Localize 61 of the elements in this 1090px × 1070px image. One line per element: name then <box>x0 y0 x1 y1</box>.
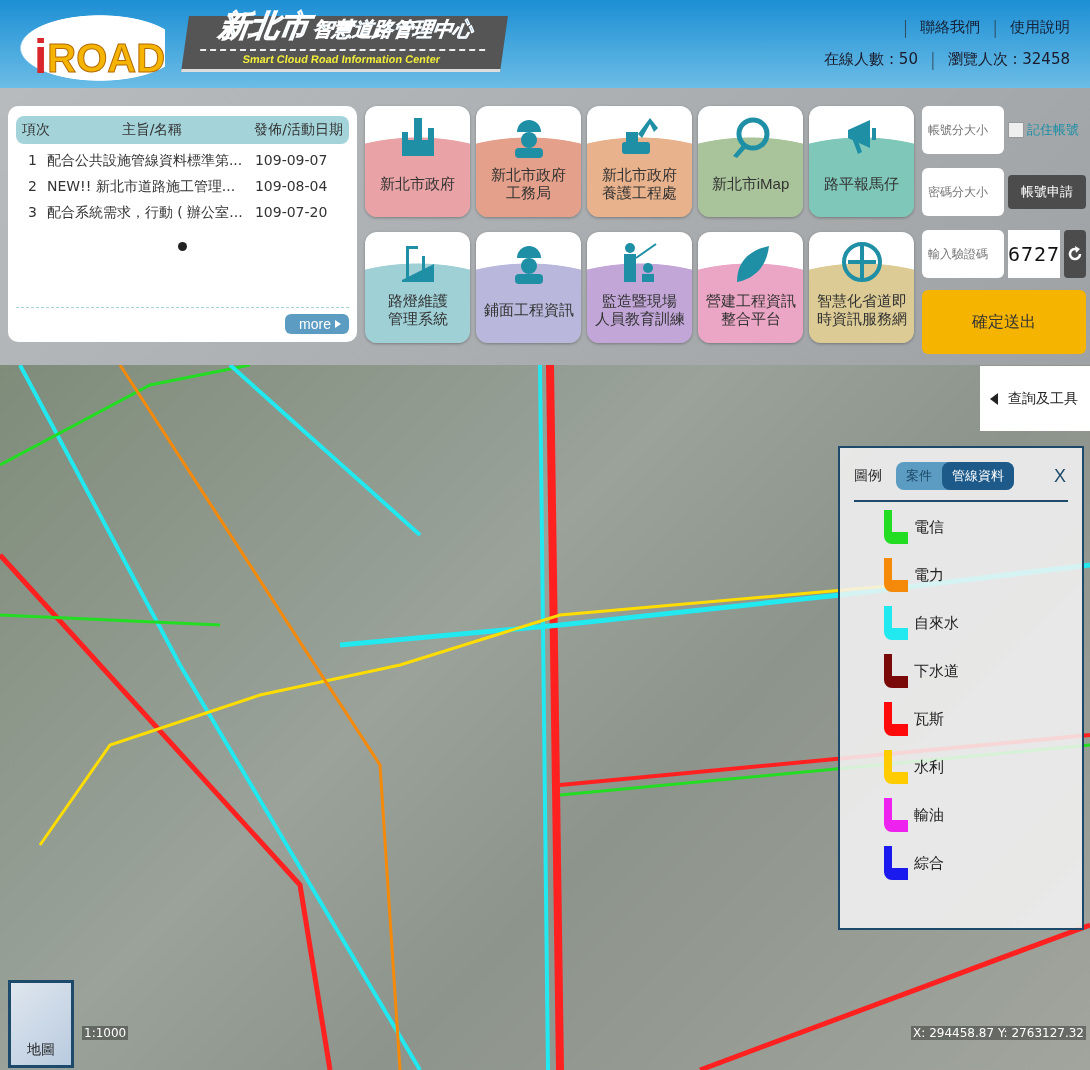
row-number: 1 <box>28 152 37 170</box>
captcha-field[interactable]: 輸入驗證碼 <box>922 230 1004 278</box>
news-date: 109-09-07 <box>254 152 328 170</box>
refresh-icon <box>1066 245 1084 263</box>
submit-button[interactable]: 確定送出 <box>922 290 1086 354</box>
visitor-stat: 在線人數 : 50 <box>824 50 918 70</box>
caret-icon <box>990 392 998 405</box>
news-date: 109-07-20 <box>254 204 328 222</box>
register-button[interactable]: 帳號申請 <box>1008 175 1086 209</box>
portal-tile[interactable]: 路燈維護 管理系統 <box>365 232 470 343</box>
password-field[interactable]: 密碼分大小 <box>922 168 1004 216</box>
logo-letter: i <box>34 29 48 84</box>
portal-tile[interactable]: 新北市iMap <box>698 106 803 217</box>
column-header: 發佈/活動日期 <box>254 121 343 139</box>
visitor-stat: 瀏覽人次 : 32458 <box>947 50 1070 70</box>
separator: | <box>929 50 936 70</box>
news-title-link[interactable]: NEW!! 新北市道路施工管理... <box>46 178 243 196</box>
caret-icon <box>335 320 341 328</box>
portal-tile[interactable]: 營建工程資訊 整合平台 <box>698 232 803 343</box>
legend-label: 下水道 <box>914 661 959 681</box>
news-title-link[interactable]: 配合系統需求，行動 ( 辦公室... <box>46 204 243 222</box>
remember-label: 記住帳號 <box>1027 121 1079 139</box>
site-subtitle: Smart Cloud Road Information Center <box>241 53 441 65</box>
column-header: 主旨/名稱 <box>121 121 183 139</box>
portal-tile[interactable]: 鋪面工程資訊 <box>476 232 581 343</box>
logo-wordmark: ROAD <box>47 36 166 81</box>
pager-dot[interactable] <box>178 242 187 251</box>
legend-label: 電信 <box>914 517 944 537</box>
column-header: 項次 <box>22 121 50 139</box>
portal-tile[interactable]: 新北市政府 養護工程處 <box>587 106 692 217</box>
news-title-link[interactable]: 配合公共設施管線資料標準第... <box>46 152 243 170</box>
separator: | <box>992 18 998 38</box>
news-date: 109-08-04 <box>254 178 328 196</box>
basemap-thumbnail[interactable]: 地圖 <box>8 980 74 1068</box>
legend-label: 輸油 <box>914 805 944 825</box>
legend-title: 圖例 <box>854 467 882 485</box>
emblem-icon <box>839 240 884 284</box>
separator: | <box>902 18 909 38</box>
portal-tile[interactable]: 新北市政府 工務局 <box>476 106 581 217</box>
map-scale: 1:1000 <box>82 1026 129 1040</box>
portal-tile[interactable]: 新北市政府 <box>365 106 470 217</box>
row-number: 2 <box>28 178 37 196</box>
row-number: 3 <box>28 204 37 222</box>
legend-label: 綜合 <box>914 853 944 873</box>
portal-tile[interactable]: 路平報馬仔 <box>809 106 914 217</box>
legend-label: 瓦斯 <box>914 709 944 729</box>
header-link[interactable]: 聯絡我們 <box>920 18 981 38</box>
legend-label: 自來水 <box>914 613 959 633</box>
account-field[interactable]: 帳號分大小 <box>922 106 1004 154</box>
remember-checkbox[interactable] <box>1008 122 1024 138</box>
legend-tab[interactable]: 管線資料 <box>942 462 1014 490</box>
header-link[interactable]: 使用說明 <box>1010 18 1070 38</box>
legend-label: 電力 <box>914 565 944 585</box>
close-button[interactable]: X <box>1052 465 1068 487</box>
portal-tile[interactable]: 監造暨現場 人員教育訓練 <box>587 232 692 343</box>
captcha-image: 6727 <box>1008 230 1060 278</box>
query-tools-button[interactable]: 查詢及工具 <box>980 366 1090 431</box>
legend-label: 水利 <box>914 757 944 777</box>
portal-tile[interactable]: 智慧化省道即 時資訊服務網 <box>809 232 914 343</box>
map-coordinates: X: 294458.87 Y: 2763127.32 <box>911 1026 1086 1040</box>
refresh-button[interactable] <box>1064 230 1086 278</box>
